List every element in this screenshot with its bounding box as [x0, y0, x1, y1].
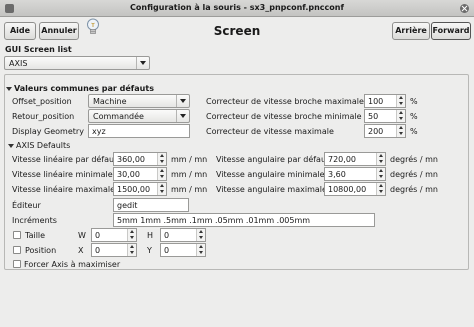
lin-default-label: Vitesse linéaire par défaut — [12, 155, 118, 164]
spin-arrows-icon[interactable] — [376, 153, 385, 165]
axis-defaults-header: AXIS Defaults — [16, 141, 71, 150]
gui-screen-select[interactable]: AXIS — [4, 56, 150, 70]
lin-default-unit: mm / mn — [171, 155, 208, 164]
spin-arrows-icon[interactable] — [376, 183, 385, 195]
ang-default-value: 720,00 — [328, 155, 356, 164]
ang-default-spinner[interactable]: 720,00 — [324, 152, 386, 166]
gui-screen-list-label: GUI Screen list — [5, 45, 72, 54]
increments-field[interactable]: 5mm 1mm .5mm .1mm .05mm .01mm .005mm — [113, 213, 375, 227]
window-title: Configuration à la souris - sx3_pnpconf.… — [130, 3, 344, 12]
lin-max-spinner[interactable]: 1500,00 — [113, 182, 167, 196]
spindle-min-label: Correcteur de vitesse broche minimale — [206, 112, 362, 121]
expander-arrow-icon — [6, 86, 12, 91]
size-label: Taille — [25, 231, 46, 240]
position-checkbox[interactable] — [13, 246, 21, 254]
window-titlebar: Configuration à la souris - sx3_pnpconf.… — [0, 0, 474, 17]
h-spinner[interactable]: 0 — [160, 228, 206, 242]
spindle-min-spinner[interactable]: 50 — [364, 109, 406, 123]
x-value: 0 — [95, 246, 101, 255]
ang-default-label: Vitesse angulaire par défaut — [216, 155, 330, 164]
spindle-max-spinner[interactable]: 100 — [364, 94, 406, 108]
ang-max-spinner[interactable]: 10800,00 — [324, 182, 386, 196]
force-maximize-label: Forcer Axis à maximiser — [24, 260, 121, 269]
lin-min-spinner[interactable]: 30,00 — [113, 167, 167, 181]
h-label: H — [147, 231, 154, 240]
lin-max-label: Vitesse linéaire maximale — [12, 185, 116, 194]
w-spinner[interactable]: 0 — [91, 228, 137, 242]
common-defaults-header: Valeurs communes par défauts — [14, 84, 154, 93]
force-maximize-checkbox[interactable] — [13, 260, 21, 268]
lin-max-value: 1500,00 — [117, 185, 151, 194]
x-spinner[interactable]: 0 — [91, 243, 137, 257]
x-label: X — [78, 246, 84, 255]
w-value: 0 — [95, 231, 101, 240]
expander-arrow-icon — [8, 143, 14, 148]
spin-arrows-icon[interactable] — [157, 183, 166, 195]
display-geometry-field[interactable]: xyz — [88, 124, 190, 138]
spin-arrows-icon[interactable] — [196, 244, 205, 256]
spindle-min-unit: % — [410, 112, 418, 121]
lin-max-unit: mm / mn — [171, 185, 208, 194]
spin-arrows-icon[interactable] — [396, 110, 405, 122]
retour-position-value: Commandée — [93, 112, 144, 121]
chevron-down-icon — [176, 110, 189, 122]
editor-label: Éditeur — [12, 201, 41, 210]
axis-defaults-expander[interactable]: AXIS Defaults — [8, 141, 70, 150]
feed-max-label: Correcteur de vitesse maximale — [206, 127, 334, 136]
spin-arrows-icon[interactable] — [127, 229, 136, 241]
ang-min-value: 3,60 — [328, 170, 346, 179]
spin-arrows-icon[interactable] — [396, 95, 405, 107]
back-button[interactable]: Arrière — [392, 22, 430, 40]
chevron-down-icon — [176, 95, 189, 107]
ang-max-value: 10800,00 — [328, 185, 367, 194]
ang-min-spinner[interactable]: 3,60 — [324, 167, 386, 181]
size-checkbox[interactable] — [13, 231, 21, 239]
spindle-min-value: 50 — [368, 112, 379, 121]
lin-default-spinner[interactable]: 360,00 — [113, 152, 167, 166]
feed-max-unit: % — [410, 127, 418, 136]
spin-arrows-icon[interactable] — [376, 168, 385, 180]
chevron-down-icon — [136, 57, 149, 69]
spin-arrows-icon[interactable] — [157, 168, 166, 180]
spin-arrows-icon[interactable] — [127, 244, 136, 256]
common-defaults-expander[interactable]: Valeurs communes par défauts — [6, 84, 154, 93]
feed-max-value: 200 — [368, 127, 384, 136]
offset-position-value: Machine — [93, 97, 127, 106]
ang-min-label: Vitesse angulaire minimale — [216, 170, 325, 179]
position-label: Position — [25, 246, 57, 255]
display-geometry-label: Display Geometry — [12, 127, 84, 136]
lin-min-label: Vitesse linéaire minimale — [12, 170, 113, 179]
y-value: 0 — [164, 246, 170, 255]
spin-arrows-icon[interactable] — [157, 153, 166, 165]
ang-min-unit: degrés / mn — [390, 170, 438, 179]
lin-default-value: 360,00 — [117, 155, 145, 164]
spin-arrows-icon[interactable] — [396, 125, 405, 137]
y-spinner[interactable]: 0 — [160, 243, 206, 257]
w-label: W — [78, 231, 86, 240]
ang-max-label: Vitesse angulaire maximale — [216, 185, 327, 194]
close-icon[interactable] — [460, 4, 469, 13]
retour-position-label: Retour_position — [12, 112, 75, 121]
lin-min-value: 30,00 — [117, 170, 140, 179]
spin-arrows-icon[interactable] — [196, 229, 205, 241]
ang-default-unit: degrés / mn — [390, 155, 438, 164]
forward-button[interactable]: Forward — [431, 22, 471, 40]
gui-screen-select-value: AXIS — [9, 59, 28, 68]
spindle-max-unit: % — [410, 97, 418, 106]
increments-label: Incréments — [12, 216, 57, 225]
spindle-max-value: 100 — [368, 97, 384, 106]
y-label: Y — [147, 246, 152, 255]
editor-field[interactable]: gedit — [113, 198, 189, 212]
offset-position-select[interactable]: Machine — [88, 94, 190, 108]
feed-max-spinner[interactable]: 200 — [364, 124, 406, 138]
offset-position-label: Offset_position — [12, 97, 72, 106]
ang-max-unit: degrés / mn — [390, 185, 438, 194]
retour-position-select[interactable]: Commandée — [88, 109, 190, 123]
h-value: 0 — [164, 231, 170, 240]
lin-min-unit: mm / mn — [171, 170, 208, 179]
spindle-max-label: Correcteur de vitesse broche maximale — [206, 97, 364, 106]
